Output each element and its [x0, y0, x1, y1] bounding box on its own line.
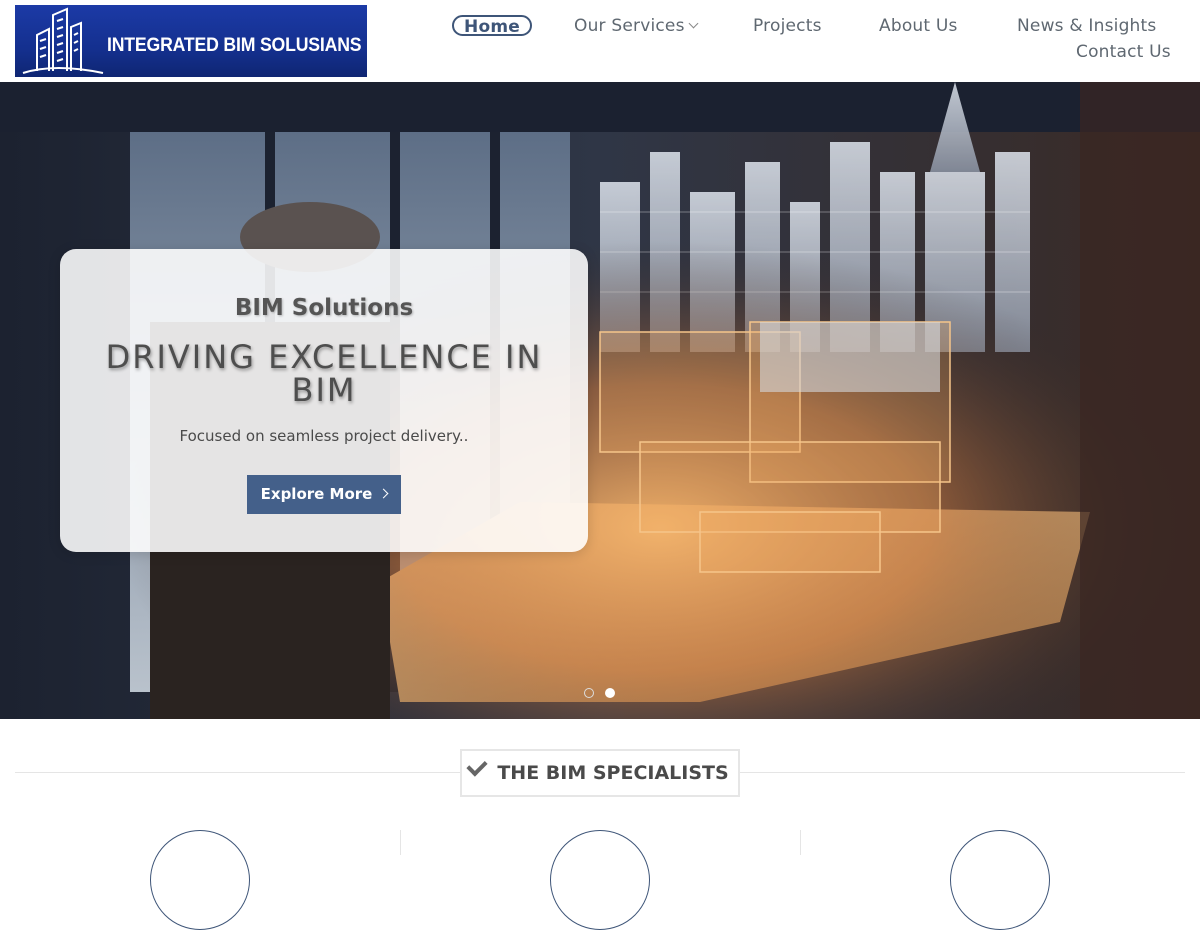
hero-description: Focused on seamless project delivery.. — [179, 427, 469, 445]
section-heading: THE BIM SPECIALISTS — [497, 762, 729, 784]
explore-more-label: Explore More — [260, 485, 373, 503]
feature-divider-1 — [400, 830, 401, 855]
check-icon — [466, 755, 488, 777]
slider-dot-2-active[interactable] — [605, 688, 615, 698]
feature-icon-circle-3 — [950, 830, 1050, 930]
nav-our-services[interactable]: Our Services — [574, 16, 699, 36]
chevron-right-icon — [378, 488, 389, 499]
nav-home[interactable]: Home — [452, 15, 532, 37]
building-logo-icon — [22, 7, 104, 74]
hero-subtitle: BIM Solutions — [234, 295, 414, 321]
logo-text: INTEGRATED BIM SOLUSIANS — [107, 35, 362, 56]
nav-about-us[interactable]: About Us — [879, 16, 958, 36]
site-logo[interactable]: INTEGRATED BIM SOLUSIANS — [15, 5, 367, 77]
hero-slider: BIM Solutions DRIVING EXCELLENCE IN BIM … — [0, 82, 1200, 719]
section-heading-box: THE BIM SPECIALISTS — [460, 749, 740, 797]
slider-dot-1[interactable] — [584, 688, 594, 698]
feature-icon-circle-2 — [550, 830, 650, 930]
hero-caption-card: BIM Solutions DRIVING EXCELLENCE IN BIM … — [60, 249, 588, 552]
nav-projects[interactable]: Projects — [753, 16, 822, 36]
nav-contact-us[interactable]: Contact Us — [1076, 42, 1171, 62]
chevron-down-icon — [688, 18, 699, 29]
explore-more-button[interactable]: Explore More — [247, 475, 401, 514]
site-header: INTEGRATED BIM SOLUSIANS Home Our Servic… — [0, 0, 1200, 82]
nav-our-services-label: Our Services — [574, 16, 685, 36]
nav-news-insights[interactable]: News & Insights — [1017, 16, 1156, 36]
hero-title: DRIVING EXCELLENCE IN BIM — [105, 338, 543, 409]
feature-icon-circle-1 — [150, 830, 250, 930]
feature-divider-2 — [800, 830, 801, 855]
